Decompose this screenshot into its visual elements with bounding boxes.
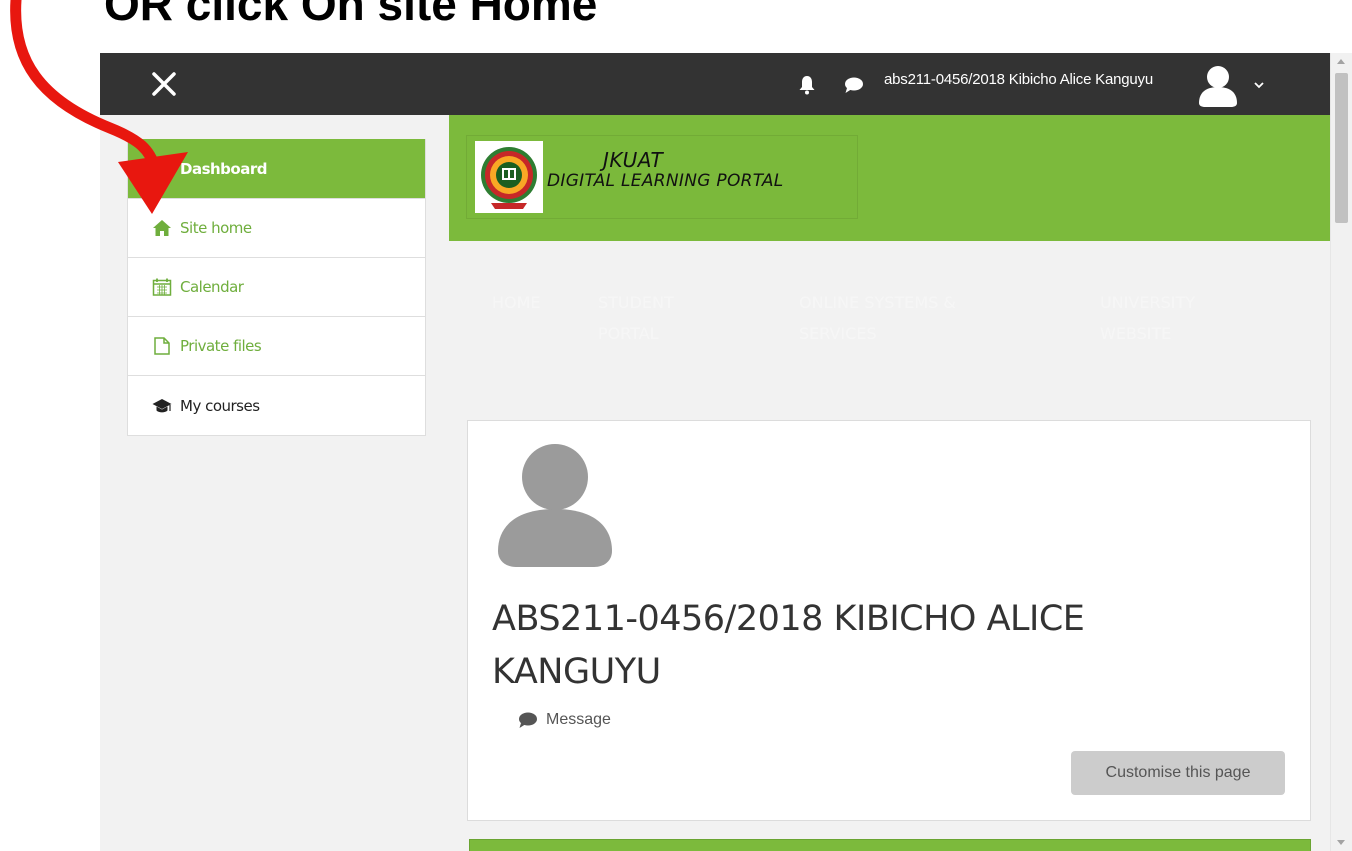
chat-icon: [519, 712, 537, 728]
menu-link-label: UNIVERSITY: [1100, 293, 1195, 312]
menu-link-label: ONLINE SYSTEMS &: [799, 293, 956, 312]
scroll-thumb[interactable]: [1335, 73, 1348, 223]
chat-icon[interactable]: [844, 76, 864, 94]
university-seal-icon: [475, 141, 543, 213]
profile-name-line: ABS211-0456/2018 KIBICHO ALICE: [492, 599, 1085, 639]
sidebar-item-label: Dashboard: [180, 159, 267, 178]
scroll-down-arrow-icon[interactable]: [1337, 840, 1345, 845]
close-drawer-button[interactable]: [148, 68, 180, 100]
top-navbar: abs211-0456/2018 Kibicho Alice Kanguyu: [100, 53, 1331, 115]
menu-link-university-website[interactable]: UNIVERSITY WEBSITE: [1100, 287, 1195, 349]
sidebar-item-dashboard[interactable]: Dashboard: [128, 139, 425, 199]
profile-avatar-icon: [498, 444, 612, 567]
site-banner: JKUAT DIGITAL LEARNING PORTAL: [449, 115, 1331, 241]
logo-text-portal: DIGITAL LEARNING PORTAL: [547, 171, 784, 191]
browser-viewport: abs211-0456/2018 Kibicho Alice Kanguyu D…: [100, 53, 1352, 851]
scroll-up-arrow-icon[interactable]: [1337, 59, 1345, 64]
menu-link-student-portal[interactable]: STUDENT PORTAL: [598, 287, 674, 349]
sidebar-item-label: Private files: [180, 337, 262, 355]
profile-header-card: ABS211-0456/2018 KIBICHO ALICE KANGUYU M…: [467, 420, 1311, 821]
home-icon: [152, 219, 172, 237]
profile-name: ABS211-0456/2018 KIBICHO ALICE KANGUYU: [492, 593, 1192, 699]
message-label: Message: [546, 711, 611, 728]
dashboard-icon: [152, 160, 172, 178]
sidebar-item-calendar[interactable]: Calendar: [128, 258, 425, 317]
close-icon: [152, 72, 176, 96]
calendar-icon: [152, 278, 172, 296]
page-scrollbar[interactable]: [1330, 53, 1352, 851]
customise-page-button[interactable]: Customise this page: [1071, 751, 1285, 795]
sidebar-item-label: Site home: [180, 219, 252, 237]
menu-link-label: SERVICES: [799, 324, 877, 343]
sidebar-item-site-home[interactable]: Site home: [128, 199, 425, 258]
menu-link-home[interactable]: HOME: [492, 287, 541, 318]
graduation-cap-icon: [152, 397, 172, 415]
menu-link-label: STUDENT: [598, 293, 674, 312]
sidebar-item-private-files[interactable]: Private files: [128, 317, 425, 376]
chevron-down-icon[interactable]: [1252, 80, 1266, 90]
tutorial-caption: OR click On site Home: [104, 0, 598, 30]
bell-icon[interactable]: [798, 75, 816, 95]
message-link[interactable]: Message: [518, 711, 611, 729]
sidebar-item-label: My courses: [180, 396, 260, 415]
menu-link-online-systems[interactable]: ONLINE SYSTEMS & SERVICES: [799, 287, 956, 349]
profile-name-line: KANGUYU: [492, 652, 661, 692]
menu-link-label: PORTAL: [598, 324, 659, 343]
nav-drawer: Dashboard Site home Calendar Private fil…: [127, 139, 426, 436]
user-avatar-icon[interactable]: [1196, 63, 1240, 107]
sidebar-item-label: Calendar: [180, 278, 244, 296]
file-icon: [152, 337, 172, 355]
next-block-header: [469, 839, 1311, 851]
site-logo[interactable]: JKUAT DIGITAL LEARNING PORTAL: [466, 135, 858, 219]
user-menu-name[interactable]: abs211-0456/2018 Kibicho Alice Kanguyu: [884, 71, 1153, 88]
menu-link-label: WEBSITE: [1100, 324, 1172, 343]
menu-link-label: HOME: [492, 293, 541, 312]
sidebar-item-my-courses[interactable]: My courses: [128, 376, 425, 435]
logo-text-jkuat: JKUAT: [603, 148, 664, 172]
